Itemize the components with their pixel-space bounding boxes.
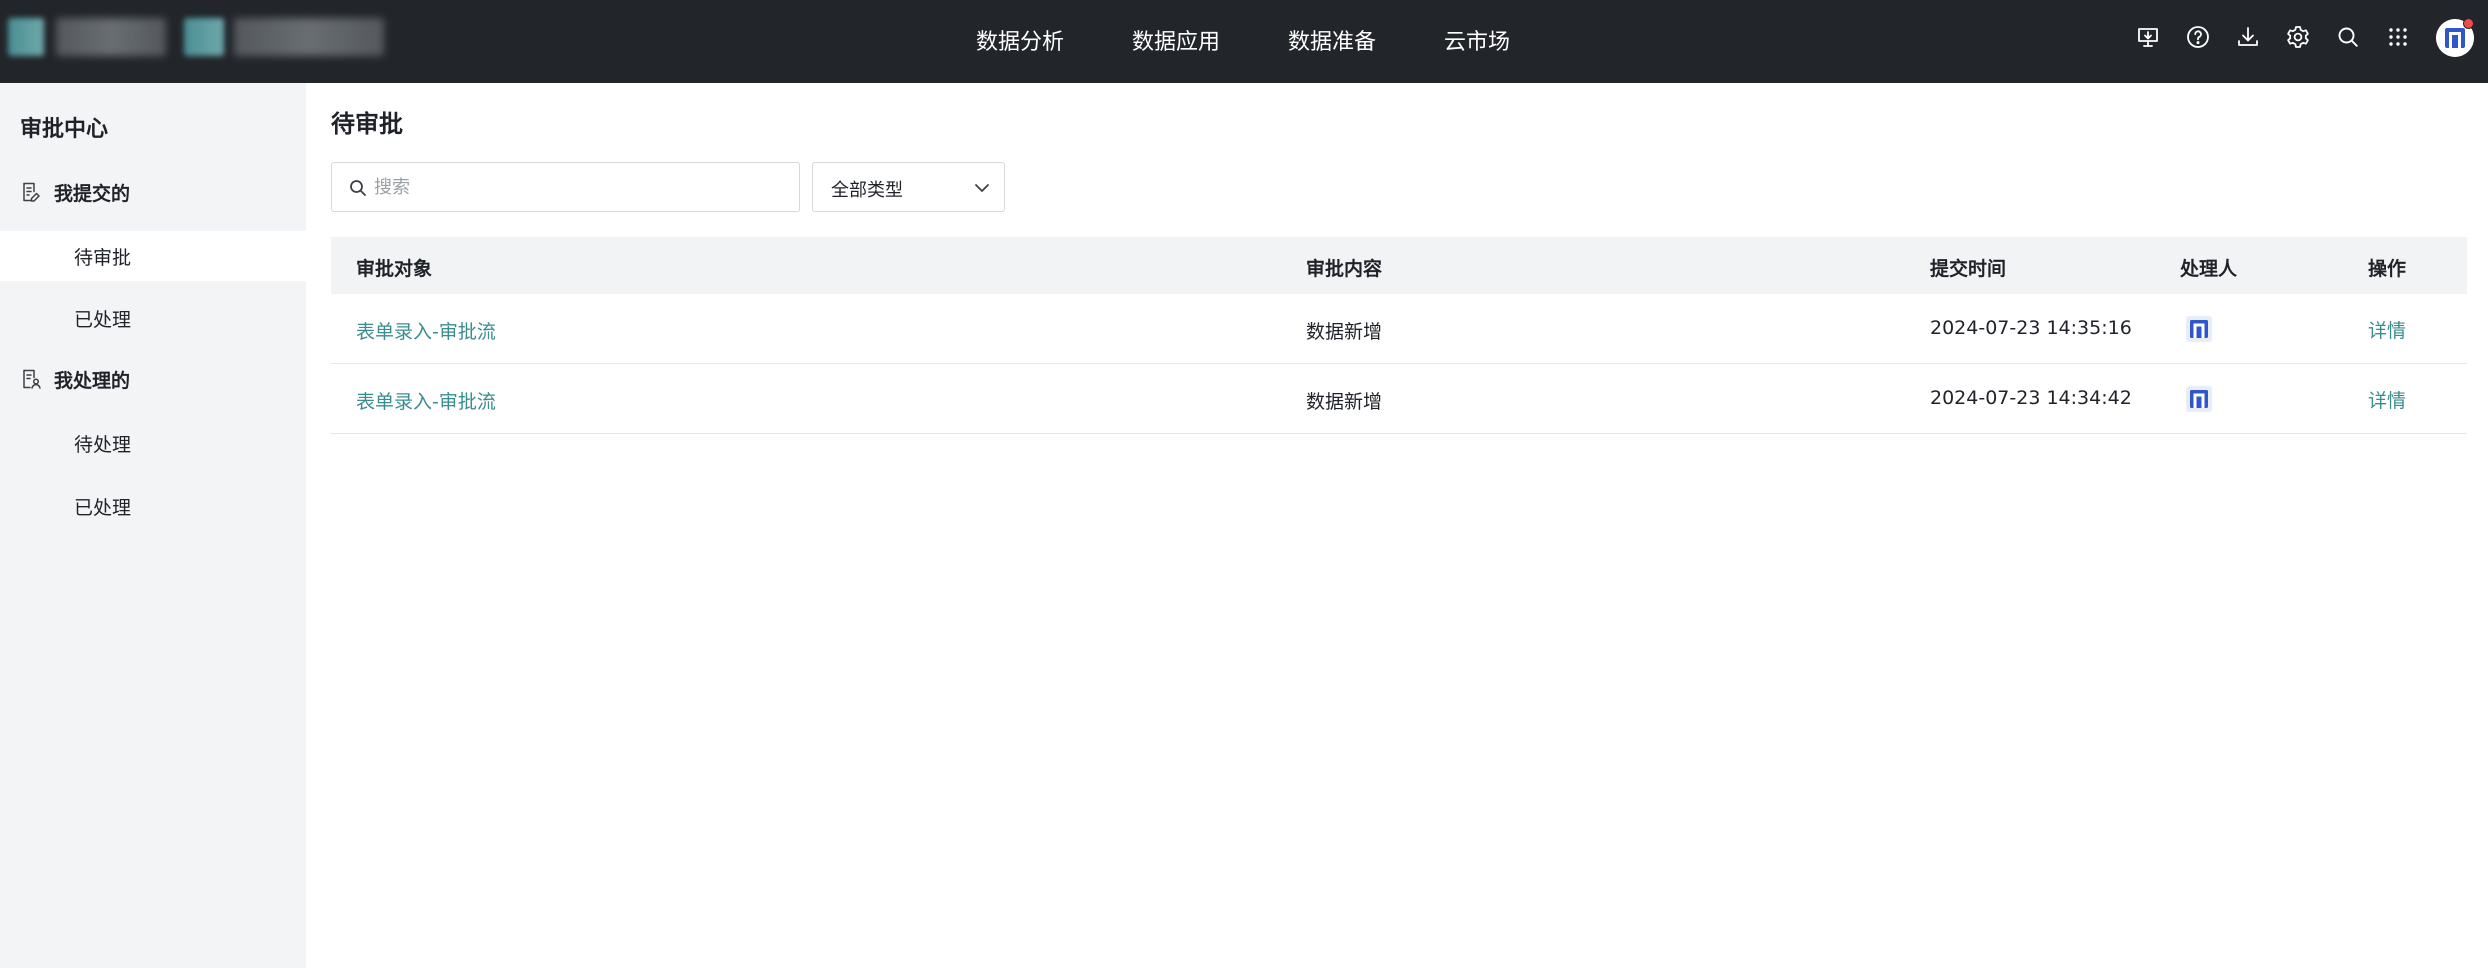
workspace-name-blurred	[234, 18, 384, 56]
column-header-object: 审批对象	[356, 258, 433, 280]
nav-cloud-market[interactable]: 云市场	[1444, 24, 1510, 56]
approval-content: 数据新增	[1306, 321, 1383, 343]
table-row: 表单录入-审批流 数据新增 2024-07-23 14:35:16 详情	[331, 294, 2467, 364]
search-icon[interactable]	[2335, 24, 2361, 50]
handler-avatar-icon	[2185, 385, 2213, 413]
table-row: 表单录入-审批流 数据新增 2024-07-23 14:34:42 详情	[331, 364, 2467, 434]
workspace-logo-icon[interactable]	[184, 18, 224, 56]
help-icon[interactable]	[2185, 24, 2211, 50]
column-header-content: 审批内容	[1306, 258, 1383, 280]
nav-data-application[interactable]: 数据应用	[1132, 24, 1220, 56]
search-box[interactable]	[331, 162, 800, 212]
page-title: 待审批	[331, 110, 403, 138]
type-filter-select[interactable]: 全部类型	[812, 162, 1005, 212]
sidebar: 审批中心 我提交的 待审批 已处理 我处理的 待处理 已处理	[0, 83, 306, 968]
handler-avatar-icon	[2185, 315, 2213, 343]
approval-table: 审批对象 审批内容 提交时间 处理人 操作 表单录入-审批流 数据新增 2024…	[331, 237, 2467, 434]
sidebar-group-label: 我处理的	[54, 369, 131, 392]
top-bar: 数据分析 数据应用 数据准备 云市场	[0, 0, 2488, 83]
detail-link[interactable]: 详情	[2368, 316, 2406, 343]
sidebar-item-handled-processed[interactable]: 已处理	[0, 481, 306, 531]
column-header-time: 提交时间	[1930, 258, 2007, 280]
approval-object-link[interactable]: 表单录入-审批流	[356, 387, 496, 414]
brand-logo-icon[interactable]	[8, 18, 44, 56]
sidebar-group-label: 我提交的	[54, 182, 131, 205]
handle-doc-icon	[20, 368, 42, 390]
table-header: 审批对象 审批内容 提交时间 处理人 操作	[331, 237, 2467, 294]
approval-object-link[interactable]: 表单录入-审批流	[356, 317, 496, 344]
nav-data-analysis[interactable]: 数据分析	[976, 24, 1064, 56]
column-header-action: 操作	[2368, 258, 2407, 280]
sidebar-group-submitted[interactable]: 我提交的	[20, 177, 130, 207]
monitor-download-icon[interactable]	[2135, 24, 2161, 50]
apps-grid-icon[interactable]	[2385, 24, 2411, 50]
gear-icon[interactable]	[2285, 24, 2311, 50]
search-icon	[348, 178, 368, 198]
nav-data-preparation[interactable]: 数据准备	[1288, 24, 1376, 56]
detail-link[interactable]: 详情	[2368, 386, 2406, 413]
column-header-handler: 处理人	[2180, 258, 2238, 280]
search-input[interactable]	[374, 171, 784, 203]
notification-dot	[2463, 18, 2474, 29]
type-filter-value: 全部类型	[831, 180, 903, 201]
sidebar-item-pending-approval[interactable]: 待审批	[0, 231, 306, 281]
sidebar-group-handled[interactable]: 我处理的	[20, 364, 130, 394]
sidebar-item-to-handle[interactable]: 待处理	[0, 418, 306, 468]
brand-name-blurred	[56, 18, 166, 56]
sidebar-title: 审批中心	[20, 117, 109, 142]
submit-time: 2024-07-23 14:34:42	[1930, 387, 2132, 409]
download-icon[interactable]	[2235, 24, 2261, 50]
submit-doc-icon	[20, 181, 42, 203]
sidebar-item-submitted-processed[interactable]: 已处理	[0, 293, 306, 343]
submit-time: 2024-07-23 14:35:16	[1930, 317, 2132, 339]
approval-content: 数据新增	[1306, 391, 1383, 413]
chevron-down-icon	[972, 178, 992, 198]
